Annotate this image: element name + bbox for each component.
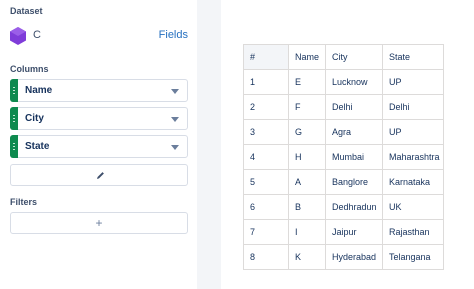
- edit-columns-button[interactable]: [10, 164, 188, 186]
- chevron-down-icon[interactable]: [171, 145, 179, 150]
- cell-state: Delhi: [382, 94, 444, 120]
- cell-index: 5: [243, 169, 289, 195]
- table-row: 3 G Agra UP: [243, 119, 444, 145]
- column-header-state[interactable]: State: [382, 44, 444, 70]
- column-pill-name[interactable]: Name: [10, 79, 188, 102]
- columns-section-title: Columns: [10, 64, 49, 74]
- cell-index: 3: [243, 119, 289, 145]
- cell-index: 4: [243, 144, 289, 170]
- cell-name: A: [288, 169, 326, 195]
- cell-name: K: [288, 244, 326, 270]
- chevron-down-icon[interactable]: [171, 89, 179, 94]
- column-header-name[interactable]: Name: [288, 44, 326, 70]
- column-pill-city[interactable]: City: [10, 107, 188, 130]
- cell-name: I: [288, 219, 326, 245]
- left-panel: Dataset C Fields Columns Name City State…: [0, 0, 197, 289]
- cell-city: Banglore: [325, 169, 383, 195]
- table-row: 7 I Jaipur Rajasthan: [243, 219, 444, 245]
- cell-index: 2: [243, 94, 289, 120]
- cell-name: E: [288, 69, 326, 95]
- data-table: # Name City State 1 E Lucknow UP 2 F Delhi Delh…: [243, 44, 444, 270]
- drag-handle[interactable]: [10, 107, 18, 130]
- fields-link[interactable]: Fields: [159, 29, 188, 41]
- cell-name: H: [288, 144, 326, 170]
- table-row: 8 K Hyderabad Telangana: [243, 244, 444, 270]
- filters-section-title: Filters: [10, 197, 38, 207]
- cell-city: Mumbai: [325, 144, 383, 170]
- cell-name: B: [288, 194, 326, 220]
- cell-state: Rajasthan: [382, 219, 444, 245]
- chevron-down-icon[interactable]: [171, 117, 179, 122]
- cell-state: Maharashtra: [382, 144, 444, 170]
- drag-handle[interactable]: [10, 79, 18, 102]
- cell-city: Lucknow: [325, 69, 383, 95]
- dataset-section-title: Dataset: [10, 6, 43, 16]
- cell-name: G: [288, 119, 326, 145]
- panel-divider: [197, 0, 221, 289]
- dataset-row[interactable]: C Fields: [10, 26, 190, 46]
- cell-city: Delhi: [325, 94, 383, 120]
- column-label: Name: [25, 85, 53, 96]
- cell-city: Dedhradun: [325, 194, 383, 220]
- column-header-index: #: [243, 44, 289, 70]
- cell-index: 8: [243, 244, 289, 270]
- table-row: 5 A Banglore Karnataka: [243, 169, 444, 195]
- pencil-icon: [97, 172, 104, 179]
- plus-icon: +: [95, 216, 103, 230]
- cell-state: Telangana: [382, 244, 444, 270]
- column-label: State: [25, 141, 50, 152]
- column-label: City: [25, 113, 44, 124]
- cell-state: Karnataka: [382, 169, 444, 195]
- cell-index: 1: [243, 69, 289, 95]
- cell-name: F: [288, 94, 326, 120]
- cell-index: 7: [243, 219, 289, 245]
- table-row: 4 H Mumbai Maharashtra: [243, 144, 444, 170]
- cell-index: 6: [243, 194, 289, 220]
- cell-city: Agra: [325, 119, 383, 145]
- cell-state: UK: [382, 194, 444, 220]
- cell-city: Hyderabad: [325, 244, 383, 270]
- cell-state: UP: [382, 69, 444, 95]
- column-pill-state[interactable]: State: [10, 135, 188, 158]
- cell-city: Jaipur: [325, 219, 383, 245]
- drag-handle[interactable]: [10, 135, 18, 158]
- table-row: 1 E Lucknow UP: [243, 69, 444, 95]
- table-row: 2 F Delhi Delhi: [243, 94, 444, 120]
- dataset-hexagon-icon: [10, 27, 26, 45]
- cell-state: UP: [382, 119, 444, 145]
- column-header-city[interactable]: City: [325, 44, 383, 70]
- dataset-name: C: [33, 29, 41, 41]
- table-row: 6 B Dedhradun UK: [243, 194, 444, 220]
- add-filter-button[interactable]: +: [10, 212, 188, 234]
- table-header-row: # Name City State: [243, 44, 444, 70]
